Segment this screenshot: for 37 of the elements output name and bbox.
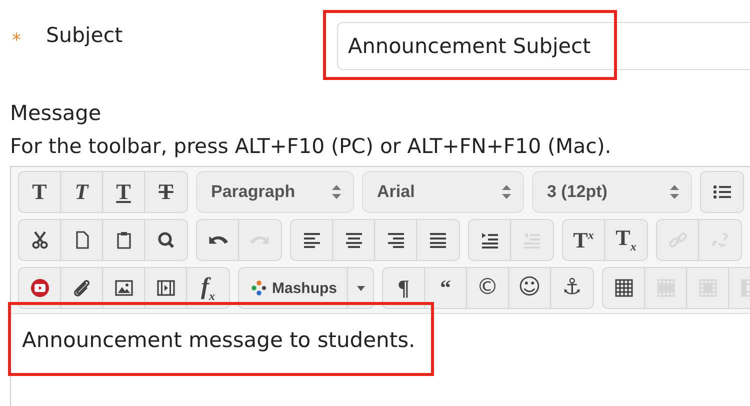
bold-button[interactable]: T — [19, 172, 61, 212]
search-icon — [156, 230, 176, 250]
indent-button[interactable] — [469, 220, 511, 260]
indent-icon — [480, 230, 500, 250]
justify-icon — [428, 230, 448, 250]
undo-icon — [208, 235, 228, 245]
align-right-icon — [386, 230, 406, 250]
message-label: Message — [10, 101, 102, 125]
subject-label: Subject — [46, 23, 124, 47]
required-mark: * — [12, 30, 22, 51]
dropdown[interactable]: Paragraph — [196, 171, 354, 213]
dropdown[interactable]: 3 (12pt) — [532, 171, 692, 213]
undo-button[interactable] — [197, 220, 239, 260]
message-text[interactable]: Announcement message to students. — [22, 328, 750, 352]
align-left-icon — [302, 230, 322, 250]
stepper-icon — [502, 185, 511, 199]
align-left-button[interactable] — [291, 220, 333, 260]
scissors-button[interactable] — [19, 220, 61, 260]
superscript-button[interactable]: T$^{x}$ — [563, 220, 605, 260]
subject-field[interactable]: Announcement Subject — [337, 22, 750, 70]
toolbar-hint: For the toolbar, press ALT+F10 (PC) or ALT+FN+F10 (Mac). — [10, 134, 612, 158]
dots-icon — [251, 280, 267, 296]
paragraph-button[interactable]: ¶ — [383, 268, 426, 308]
video-button[interactable] — [19, 268, 61, 308]
image-icon — [114, 278, 134, 298]
paperclip-icon — [72, 278, 92, 298]
video-icon — [30, 278, 50, 298]
stepper-icon — [332, 185, 341, 199]
film-icon — [156, 278, 176, 298]
dropdown[interactable]: Arial — [362, 171, 524, 213]
mashups-button[interactable]: Mashups — [239, 268, 348, 308]
scissors-icon — [30, 230, 50, 250]
table-icon — [614, 278, 634, 298]
align-center-icon — [344, 230, 364, 250]
table-button[interactable] — [603, 268, 646, 308]
caret-icon — [356, 286, 365, 290]
stepper-icon — [670, 185, 679, 199]
